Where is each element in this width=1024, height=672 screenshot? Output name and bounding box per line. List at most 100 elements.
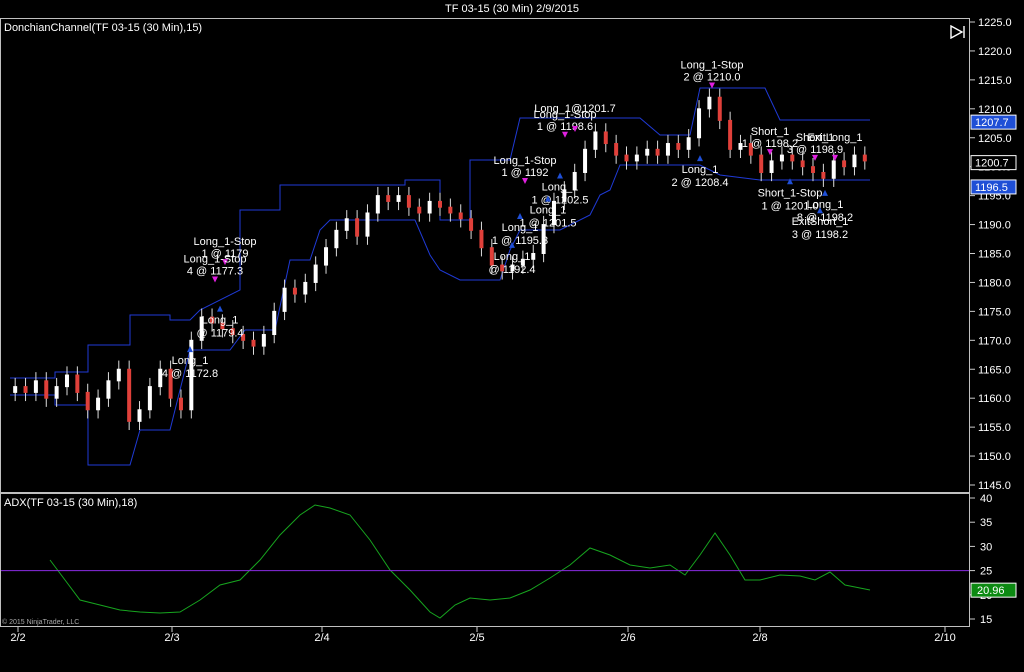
trade-label: Long_1 bbox=[494, 251, 531, 263]
copyright-text: © 2015 NinjaTrader, LLC bbox=[2, 619, 80, 626]
candle-body bbox=[655, 148, 660, 156]
candle-body bbox=[624, 154, 629, 162]
candle-body bbox=[261, 334, 266, 347]
candle-body bbox=[54, 386, 59, 399]
candle-body bbox=[634, 154, 639, 162]
candle-body bbox=[137, 409, 142, 422]
candle-body bbox=[292, 287, 297, 295]
trade-marker[interactable]: Long_1-Stop2 @ 1210.0 bbox=[681, 60, 744, 89]
candle-body bbox=[831, 160, 836, 179]
candle-body bbox=[852, 154, 857, 168]
candle-body bbox=[33, 380, 38, 393]
candle-body bbox=[862, 154, 867, 162]
candle-body bbox=[676, 143, 681, 150]
candle-body bbox=[355, 218, 360, 237]
candle-body bbox=[406, 195, 411, 208]
candle-body bbox=[106, 380, 111, 399]
price-tick-label: 1165.0 bbox=[978, 364, 1011, 376]
entry-arrow-icon bbox=[517, 212, 523, 219]
entry-arrow-icon bbox=[217, 305, 223, 312]
candle-body bbox=[313, 264, 318, 283]
price-tick-label: 1150.0 bbox=[978, 451, 1011, 463]
candle-body bbox=[469, 218, 474, 231]
candle-body bbox=[707, 96, 712, 110]
price-tick-label: 1210.0 bbox=[978, 104, 1012, 116]
candle-body bbox=[458, 212, 463, 220]
adx-tick-label: 40 bbox=[980, 493, 992, 505]
trade-sublabel: 3 @ 1198.9 bbox=[787, 144, 843, 156]
price-tick-label: 1190.0 bbox=[978, 220, 1011, 232]
candle-body bbox=[645, 148, 650, 156]
candle-body bbox=[583, 148, 588, 173]
candle-body bbox=[334, 229, 339, 249]
trade-label: Long_1 bbox=[172, 355, 209, 367]
candle-body bbox=[821, 171, 826, 179]
candle-body bbox=[178, 397, 183, 411]
candle-body bbox=[417, 206, 422, 214]
candle-body bbox=[697, 108, 702, 139]
adx-line bbox=[49, 504, 871, 619]
x-tick-label: 2/2 bbox=[10, 632, 25, 644]
trade-label: Short_1-Stop bbox=[758, 187, 823, 199]
candle-body bbox=[427, 200, 432, 214]
candle-body bbox=[116, 368, 121, 382]
candle-body bbox=[759, 154, 764, 173]
candle-body bbox=[779, 154, 784, 162]
candle-body bbox=[282, 287, 287, 312]
candle-body bbox=[147, 386, 152, 411]
trade-label: Long_1 bbox=[542, 181, 579, 193]
donchian-upper-line bbox=[10, 87, 870, 379]
trade-label: Long_1 bbox=[682, 164, 719, 176]
trade-label: Long_1 bbox=[807, 199, 844, 211]
adx-marker-label: 20.96 bbox=[977, 585, 1005, 597]
adx-tick-label: 30 bbox=[980, 541, 992, 553]
trade-sublabel: 2 @ 1210.0 bbox=[683, 72, 740, 84]
price-tick-label: 1225.0 bbox=[978, 17, 1012, 29]
entry-arrow-icon bbox=[697, 155, 703, 162]
price-tick-label: 1185.0 bbox=[978, 249, 1011, 261]
price-tick-label: 1180.0 bbox=[978, 277, 1011, 289]
candle-body bbox=[23, 386, 28, 393]
trade-marker[interactable]: Long_1-Stop4 @ 1177.3 bbox=[184, 253, 247, 283]
candle-body bbox=[665, 143, 670, 156]
trade-label: Long_1-Stop bbox=[184, 253, 247, 265]
candle-body bbox=[842, 160, 847, 168]
x-tick-label: 2/6 bbox=[620, 632, 635, 644]
trade-sublabel: 4 @ 1177.3 bbox=[187, 265, 243, 277]
price-tick-label: 1205.0 bbox=[978, 133, 1012, 145]
candle-body bbox=[386, 195, 391, 202]
candle-body bbox=[790, 154, 795, 162]
trade-label: Long_1 bbox=[502, 222, 539, 234]
adx-tick-label: 15 bbox=[980, 614, 992, 626]
candle-body bbox=[75, 374, 80, 393]
candle-body bbox=[375, 195, 380, 214]
trade-sublabel: 2 @ 1208.4 bbox=[671, 177, 728, 189]
candle-body bbox=[614, 143, 619, 156]
trade-sublabel: @ 1192.4 bbox=[488, 264, 535, 276]
candle-body bbox=[531, 253, 536, 260]
price-tick-label: 1175.0 bbox=[978, 306, 1011, 318]
x-tick-label: 2/8 bbox=[752, 632, 767, 644]
trade-marker[interactable]: Long_1-Stop1 @ 1192 bbox=[494, 155, 557, 185]
candle-body bbox=[344, 218, 349, 231]
candle-body bbox=[324, 247, 329, 266]
trade-marker[interactable]: Long_1@ 1179.4 bbox=[196, 305, 244, 340]
trade-marker[interactable]: Long_12 @ 1208.4 bbox=[671, 155, 729, 189]
x-tick-label: 2/10 bbox=[934, 632, 955, 644]
candle-body bbox=[251, 339, 256, 347]
candle-body bbox=[272, 310, 277, 336]
trade-sublabel: 4 @ 1172.8 bbox=[162, 368, 218, 380]
price-tick-label: 1220.0 bbox=[978, 46, 1012, 58]
trade-sublabel: 3 @ 1198.2 bbox=[792, 229, 848, 241]
trade-label: ExitShort_1 bbox=[792, 216, 849, 228]
trade-label: Short_1 bbox=[751, 126, 790, 138]
trade-marker[interactable]: Long_1@ 1192.4 bbox=[488, 241, 536, 276]
candle-body bbox=[717, 96, 722, 121]
candle-body bbox=[438, 200, 442, 208]
candle-body bbox=[85, 391, 90, 411]
trade-label: ExitLong_1 bbox=[807, 132, 862, 144]
price-tick-label: 1155.0 bbox=[978, 422, 1011, 434]
candle-body bbox=[686, 137, 691, 150]
trade-sublabel: 1 @ 1198.6 bbox=[537, 121, 593, 133]
candle-body bbox=[64, 374, 69, 388]
